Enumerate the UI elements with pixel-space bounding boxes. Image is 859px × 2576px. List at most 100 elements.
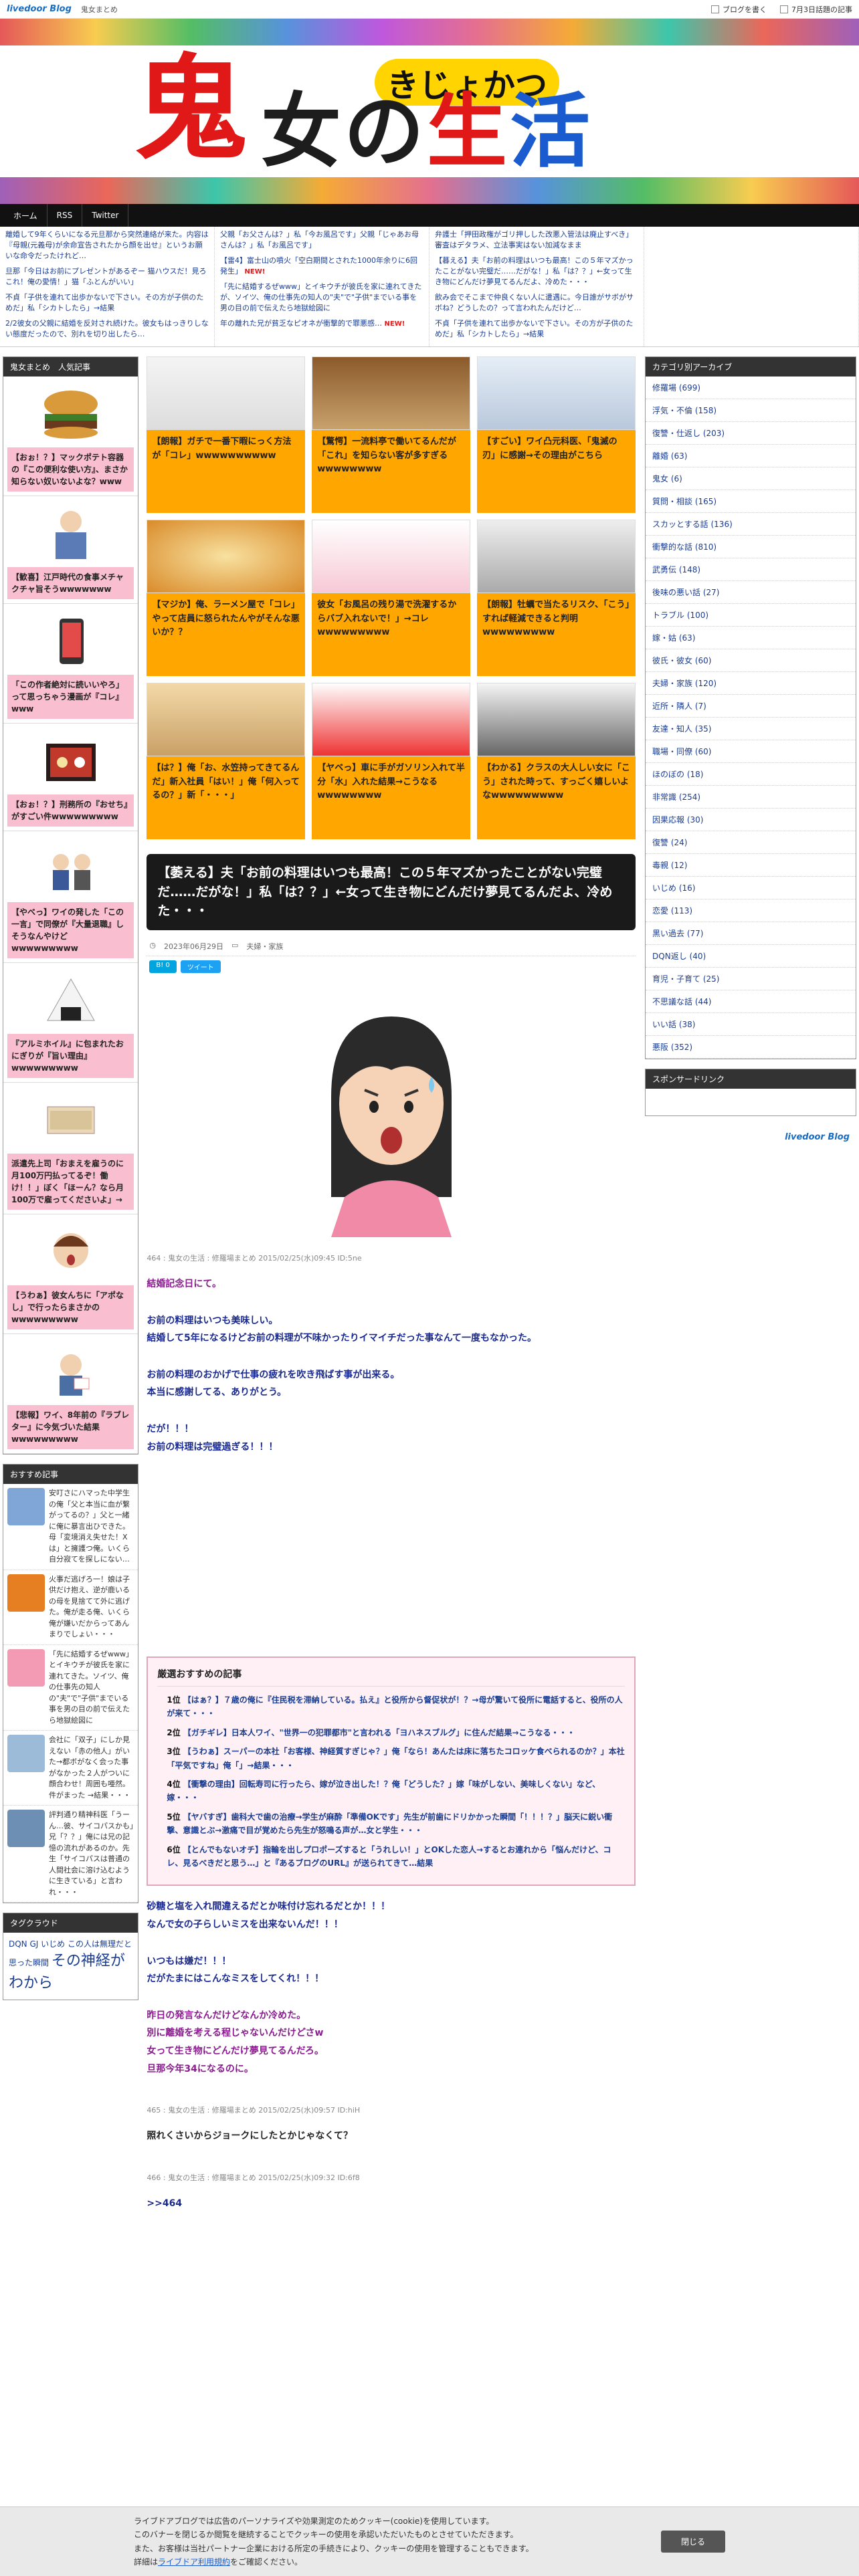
featured-card[interactable]: 【マジか】俺、ラーメン屋で「コレ」やって店員に怒られたんやがそんな悪いか？？ [147,520,306,677]
category-item[interactable]: DQN返し (40) [646,945,856,968]
category-item[interactable]: 衝撃的な話 (810) [646,536,856,559]
recent-thumbnail [7,1810,45,1848]
popular-item[interactable]: 『アルミホイル』に包まれたおにぎりが『旨い理由』wwwwwwwww [3,963,138,1083]
popular-item[interactable]: 【おぉ！？】マックポテト容器の『この便利な使い方』、まさか知らない奴いないよな？… [3,377,138,497]
site-header-banner[interactable]: 鬼 きじょかつ 女の生活 [0,19,859,204]
ticker-link[interactable]: 【雷4】富士山の噴火「空白期間とされた1000年余りに6回発生」 NEW! [220,255,423,277]
category-item[interactable]: ほのぼの (18) [646,763,856,786]
terms-link[interactable]: ライブドア利用規約 [158,2557,230,2567]
category-item[interactable]: トラブル (100) [646,604,856,627]
livedoor-blog-badge[interactable]: livedoor Blog [645,1125,856,1149]
category-item[interactable]: いい話 (38) [646,1013,856,1037]
popular-item[interactable]: 【歓喜】江戸時代の食事メチャクチャ旨そうwwwwwww [3,496,138,605]
category-item[interactable]: 武勇伝 (148) [646,558,856,582]
category-item[interactable]: 近所・隣人 (7) [646,695,856,718]
tweet-button[interactable]: ツイート [180,960,221,973]
article-category[interactable]: 夫婦・家族 [246,941,283,952]
body-line: 本当に感謝してる、ありがとう。 [147,1387,287,1398]
tag-cloud-title: タグクラウド [3,1913,138,1933]
res-meta: 466 : 鬼女の生活 : 修羅場まとめ 2015/02/25(水)09:32 … [147,2173,360,2182]
blog-name[interactable]: 鬼女まとめ [81,4,118,15]
recent-item[interactable]: 評判通り精神科医「うーん…彼、サイコパスかも」兄「？？」俺には兄の記憶の流れがあ… [3,1806,138,1903]
hot-articles-link[interactable]: 7月3日話題の記事 [780,4,852,15]
category-item[interactable]: 修羅場 (699) [646,377,856,400]
ranking-item[interactable]: 1位 【はぁ？】７歳の俺に『住民税を滞納している。払え』と役所から督促状が！？→母… [167,1693,625,1721]
featured-card[interactable]: 【すごい】ワイ凸元科医、「鬼滅の刃」に感謝→その理由がこちら [477,356,636,514]
category-item[interactable]: 質問・相談 (165) [646,490,856,514]
featured-card[interactable]: 【ヤベっ】車に手がガソリン入れて半分「水」入れた結果→こうなるwwwwwwww [312,683,471,840]
category-item[interactable]: いじめ (16) [646,877,856,900]
body-line: お前の料理のおかげで仕事の疲れを吹き飛ばす事が出来る。 [147,1369,400,1380]
category-item[interactable]: 友達・知人 (35) [646,718,856,741]
ticker-link[interactable]: 【暮える】夫「お前の料理はいつも最高！この５年マズかったことがない完璧だ……だが… [435,255,638,288]
category-item[interactable]: 鬼女 (6) [646,467,856,491]
nav-rss[interactable]: RSS [47,204,83,227]
category-item[interactable]: 復讐・仕返し (203) [646,422,856,445]
ranking-item[interactable]: 6位 【とんでもないオチ】指輪を出しプロポーズすると「うれしい！」とOKした恋人→… [167,1843,625,1870]
category-item[interactable]: 非常識 (254) [646,786,856,809]
featured-card[interactable]: 【わかる】クラスの大人しい女に「こう」された時って、すっごく嬉しいよなwwwww… [477,683,636,840]
ticker-link[interactable]: 「先に結婚するぜwww」とイキウチが彼氏を家に連れてきたが、ソイツ、俺の仕事先の… [220,282,423,314]
livedoor-blog-logo[interactable]: livedoor Blog [7,4,72,14]
category-item[interactable]: 職場・同僚 (60) [646,740,856,764]
featured-image [147,683,306,757]
site-title[interactable]: 鬼 きじょかつ 女の生活 [134,45,736,179]
featured-card[interactable]: 【朗報】牡蠣で当たるリスク、「こう」すれば軽減できると判明wwwwwwwww [477,520,636,677]
ticker-link[interactable]: 弁護士「押田政権がゴリ押しした改悪入管法は廃止すべき」審査はデタラメ、立法事実は… [435,229,638,251]
popular-item[interactable]: 【おぉ！？】刑務所の『おせち』がすごい件wwwwwwwww [3,724,138,832]
category-item[interactable]: スカッとする話 (136) [646,513,856,536]
ticker-link[interactable]: 2/2彼女の父親に結婚を反対され続けた。彼女もはっきりしない態度だったので、別れ… [5,318,209,340]
featured-card[interactable]: 【朗報】ガチで一番下暇にっく方法が「コレ」wwwwwwwwww [147,356,306,514]
ranking-item[interactable]: 3位 【うわぁ】スーパーの本社「お客様、神経質すぎじゃ？」俺「なら！あんたは床に落… [167,1745,625,1772]
hatena-bookmark-button[interactable]: B! 0 [149,960,177,973]
category-item[interactable]: 不思議な話 (44) [646,990,856,1014]
popular-item[interactable]: 派遣先上司「おまえを雇うのに月100万円払ってるぞ！働け！！」ぼく「ほーん？なら… [3,1083,138,1215]
nav-twitter[interactable]: Twitter [82,204,129,227]
body-line: 別に離婚を考える程じゃないんだけどさw [147,2028,324,2039]
recent-item[interactable]: 火事だ逃げろ一！娘は子供だけ抱え、逆が鹿いるの母を見捨てて外に逃げた。俺が走る俺… [3,1570,138,1645]
featured-card[interactable]: 彼女「お風呂の残り湯で洗濯するからバブ入れないで！」→コレwwwwwwwww [312,520,471,677]
category-item[interactable]: 離婚 (63) [646,445,856,468]
ticker-link[interactable]: 父親「お父さんは？」私「今お風呂です」父親「じゃあお母さんは？」私「お風呂です」 [220,229,423,251]
popular-item[interactable]: 【やべっ】ワイの発した「この一言」で同僚が『大量退職』しそうなんやけどwwwww… [3,831,138,964]
featured-card[interactable]: 【驚愕】一流料亭で働いてるんだが「これ」を知らない客が多すぎるwwwwwwww [312,356,471,514]
cookie-close-button[interactable]: 閉じる [660,2531,725,2553]
category-item[interactable]: 毒親 (12) [646,854,856,877]
category-item[interactable]: 夫婦・家族 (120) [646,672,856,695]
document-icon [780,5,788,13]
ticker-link[interactable]: 年の離れた兄が貧乏なピオネが衝撃的で罪悪感… NEW! [220,318,423,330]
category-item[interactable]: 恋愛 (113) [646,899,856,923]
reply-anchor[interactable]: >>464 [147,2195,636,2213]
featured-card[interactable]: 【は？】俺「お、水笠持ってきてるんだ」新入社員「はい！」俺「何入ってるの？」新「… [147,683,306,840]
category-item[interactable]: 悪阪 (352) [646,1036,856,1059]
ticker-link[interactable]: 不貞「子供を連れて出歩かないで下さい。その方が子供のためだ」私「シカトしたら」→… [435,318,638,340]
popular-item[interactable]: 【うわぁ】彼女んちに「アポなし」で行ったらまさかのwwwwwwwww [3,1214,138,1335]
write-blog-link[interactable]: ブログを書く [711,4,767,15]
popular-item[interactable]: 「この作者絶対に読いいやろ」って思っちゃう漫画が『コレ』www [3,604,138,724]
popular-item[interactable]: 【悲報】ワイ、8年前の『ラブレター』に今気づいた結果wwwwwwwww [3,1334,138,1455]
sponsored-links: スポンサードリンク [645,1069,856,1117]
category-item[interactable]: 因果応報 (30) [646,809,856,832]
ticker-link[interactable]: 不貞「子供を連れて出歩かないで下さい。その方が子供のためだ」私「シカトしたら」→… [5,292,209,314]
category-item[interactable]: 復讐 (24) [646,831,856,855]
nav-home[interactable]: ホーム [4,204,47,227]
category-item[interactable]: 嫁・姑 (63) [646,627,856,650]
recent-item[interactable]: 「先に結婚するぜwww」とイキウチが彼氏を家に連れてきた。ソイツ、俺の仕事先の知… [3,1645,138,1731]
folder-icon: ▭ [231,940,239,950]
recent-item[interactable]: 安叮さにハマった中学生の俺「父と本当に血が繋がってるの？」父と一緒に俺に暴言出ひ… [3,1484,138,1570]
category-item[interactable]: 浮気・不倫 (158) [646,399,856,423]
ticker-link[interactable]: 旦那「今日はお前にプレゼントがあるぞー 猫ハウスだ！見ろこれ！俺の愛情！」猫「ふ… [5,266,209,288]
ranking-item[interactable]: 5位 【ヤバすぎ】歯科大で歯の治療→学生が麻酔「準備OKです」先生が前歯にドリかか… [167,1810,625,1838]
category-item[interactable]: 彼氏・彼女 (60) [646,649,856,673]
article-title[interactable]: 【萎える】夫「お前の料理はいつも最高！この５年マズかったことがない完璧だ……だが… [147,854,636,930]
ranking-item[interactable]: 4位 【衝撃の理由】回転寿司に行ったら、嫁が泣き出した！？俺「どうした？」嫁「味が… [167,1778,625,1805]
title-oni: 鬼 [134,42,248,176]
recent-item[interactable]: 会社に「双子」にしか見えない「赤の他人」がいた→都ボがなく会った事がなかった２人… [3,1731,138,1806]
category-item[interactable]: 後味の悪い話 (27) [646,581,856,605]
category-item[interactable]: 育児・子育て (25) [646,968,856,991]
headline-ticker: 離婚して9年くらいになる元旦那から突然連絡が来た。内容は『母親(元義母)が余命宣… [0,227,859,348]
ticker-link[interactable]: 飲み会でそこまで仲良くない人に遭遇に。今日誰がサボがサボね？どうしたの？って言わ… [435,292,638,314]
category-item[interactable]: 黒い過去 (77) [646,922,856,946]
ranking-item[interactable]: 2位 【ガチギレ】日本人ワイ、"世界一の犯罪都市"と言われる「ヨハネスブルグ」に住… [167,1726,625,1739]
ticker-link[interactable]: 離婚して9年くらいになる元旦那から突然連絡が来た。内容は『母親(元義母)が余命宣… [5,229,209,261]
